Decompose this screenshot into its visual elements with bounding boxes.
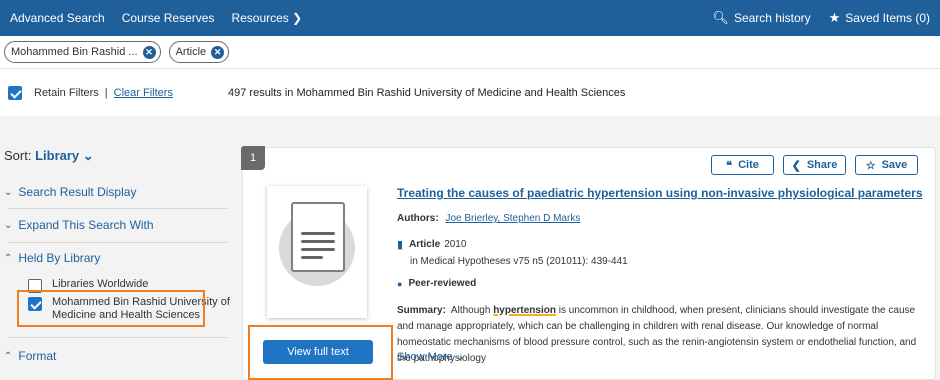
facet-held-by-library[interactable]: ⌃ Held By Library [4, 251, 100, 265]
quote-icon: ❝ [726, 159, 733, 172]
title-part: Treating the causes of [397, 186, 528, 200]
search-history-link[interactable]: 🔍︎ Search history [712, 10, 810, 26]
peer-reviewed-label: Peer-reviewed [408, 278, 477, 289]
doc-year: 2010 [444, 239, 467, 250]
title-part: using non-invasive physiological paramet… [662, 186, 923, 200]
chevron-down-icon: ❯ [292, 11, 303, 25]
authors: Authors: Joe Brierley, Stephen D Marks [397, 213, 580, 224]
saved-items-label: Saved Items (0) [845, 11, 930, 25]
result-number-badge: 1 [241, 146, 265, 170]
chevron-down-icon: ⌄ [82, 148, 94, 163]
published-in: in Medical Hypotheses v75 n5 (201011): 4… [410, 256, 628, 267]
show-more-link[interactable]: Show More ⌄ [397, 350, 465, 363]
nav-right-group: 🔍︎ Search history ★ Saved Items (0) [694, 0, 930, 36]
close-icon[interactable]: ✕ [211, 45, 225, 59]
summary-keyword: hypertension [493, 305, 556, 316]
active-filter-chips: Mohammed Bin Rashid ... ✕ Article ✕ [0, 36, 940, 68]
chevron-down-icon: ⌄ [455, 351, 465, 363]
document-type: ▮ Article 2010 [397, 238, 466, 251]
facet-search-result-display[interactable]: ⌄ Search Result Display [4, 185, 136, 199]
nav-course-reserves[interactable]: Course Reserves [122, 11, 215, 25]
filter-chip-label: Article [175, 46, 207, 58]
summary-label: Summary: [397, 305, 446, 316]
filter-chip-label: Mohammed Bin Rashid ... [11, 46, 138, 58]
divider: | [104, 86, 108, 99]
summary-text: Although [450, 305, 494, 316]
divider [8, 208, 228, 209]
sort-label: Sort: [4, 148, 32, 163]
chevron-up-icon: ⌃ [4, 350, 13, 362]
authors-label: Authors: [397, 213, 439, 224]
result-title-link[interactable]: Treating the causes of paediatric hypert… [397, 186, 923, 200]
close-icon[interactable]: ✕ [142, 45, 156, 59]
divider [8, 337, 228, 338]
top-navigation-bar: Advanced Search Course Reserves Resource… [0, 0, 940, 36]
star-icon: ★ [828, 10, 841, 25]
facet-label: Held By Library [18, 251, 101, 265]
share-button[interactable]: ❮ Share [783, 155, 846, 175]
search-history-label: Search history [733, 11, 811, 25]
cite-button[interactable]: ❝ Cite [711, 155, 774, 175]
share-label: Share [806, 159, 838, 171]
search-icon: 🔍︎ [712, 10, 729, 25]
summary: Summary: Although hypertension is uncomm… [397, 303, 925, 367]
retain-filters-checkbox[interactable] [8, 85, 22, 100]
authors-links[interactable]: Joe Brierley, Stephen D Marks [445, 213, 580, 224]
retain-filters-group: Retain Filters | Clear Filters [8, 85, 173, 100]
chevron-up-icon: ⌃ [4, 252, 13, 264]
nav-resources-label: Resources [231, 11, 289, 25]
show-more-label: Show More [397, 351, 453, 363]
facet-format[interactable]: ⌃ Format [4, 349, 56, 363]
highlight-box [17, 290, 205, 327]
person-icon: ● [397, 278, 403, 289]
document-icon [291, 202, 345, 272]
saved-items-link[interactable]: ★ Saved Items (0) [829, 10, 930, 26]
divider [8, 242, 228, 243]
share-icon: ❮ [791, 159, 801, 172]
nav-advanced-search[interactable]: Advanced Search [10, 11, 105, 25]
facet-label: Search Result Display [18, 185, 137, 199]
cite-label: Cite [738, 159, 759, 171]
doc-type-label: Article [409, 239, 441, 250]
filter-chip-library[interactable]: Mohammed Bin Rashid ... ✕ [4, 41, 161, 63]
chevron-down-icon: ⌄ [4, 186, 13, 198]
nav-resources[interactable]: Resources ❯ [231, 11, 302, 25]
clear-filters-link[interactable]: Clear Filters [114, 87, 173, 99]
article-icon: ▮ [397, 239, 404, 251]
library-option-label: Libraries Worldwide [52, 278, 149, 290]
facet-expand-search[interactable]: ⌄ Expand This Search With [4, 218, 154, 232]
save-label: Save [881, 159, 908, 171]
filter-bar: Retain Filters | Clear Filters 497 resul… [0, 68, 940, 116]
sort-value-label: Library [35, 148, 80, 163]
highlight-box [248, 325, 393, 380]
result-count: 497 results in Mohammed Bin Rashid Unive… [228, 86, 626, 99]
sort-value[interactable]: Library ⌄ [35, 148, 94, 163]
chevron-down-icon: ⌄ [4, 219, 13, 231]
document-thumbnail[interactable] [267, 186, 367, 318]
facet-label: Expand This Search With [18, 218, 154, 232]
filter-chip-article[interactable]: Article ✕ [168, 41, 230, 63]
sort-control[interactable]: Sort: Library ⌄ [4, 148, 94, 164]
facet-label: Format [18, 349, 57, 363]
save-button[interactable]: ☆ Save [855, 155, 918, 175]
star-outline-icon: ☆ [865, 159, 876, 172]
peer-reviewed: ● Peer-reviewed [397, 278, 476, 289]
title-keyword: paediatric hypertension [527, 186, 663, 200]
retain-filters-label: Retain Filters [34, 86, 99, 99]
